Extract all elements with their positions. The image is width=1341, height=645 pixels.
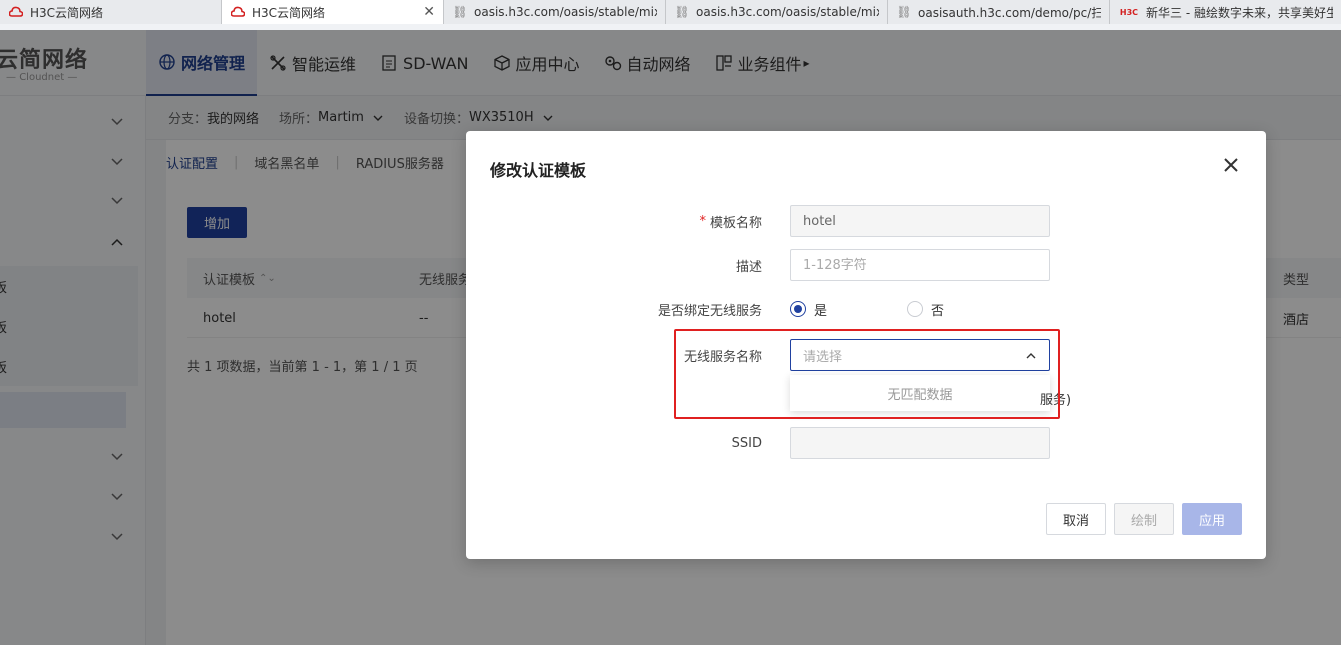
tab-label: oasis.h3c.com/oasis/stable/mix/fra (474, 5, 657, 19)
link-icon: ⛓ (452, 5, 468, 19)
ssid-label: SSID (731, 435, 762, 451)
browser-tab-4[interactable]: ⛓ oasis.h3c.com/oasis/stable/mix/fra (666, 0, 888, 24)
radio-yes[interactable]: 是 (790, 293, 827, 325)
tab-label: oasisauth.h3c.com/demo/pc/扫码 (918, 5, 1101, 20)
cloud-icon (230, 4, 246, 20)
edit-auth-template-dialog: 修改认证模板 *模板名称 描述 是否绑定无线服务 是 否 无线服务名称 请选择 … (466, 131, 1266, 559)
draw-button[interactable]: 绘制 (1114, 503, 1174, 535)
bind-service-label: 是否绑定无线服务 (657, 303, 762, 319)
browser-tab-2[interactable]: H3C云简网络 ✕ (222, 0, 444, 24)
h3c-icon: H3C (1119, 7, 1139, 17)
template-name-field[interactable] (790, 205, 1050, 237)
cancel-button[interactable]: 取消 (1046, 503, 1106, 535)
highlight-annotation-box (674, 329, 1060, 419)
ssid-field[interactable] (790, 427, 1050, 459)
browser-tab-1[interactable]: H3C云简网络 (0, 0, 222, 24)
browser-tab-5[interactable]: ⛓ oasisauth.h3c.com/demo/pc/扫码 (888, 0, 1110, 24)
tab-label: 新华三 - 融绘数字未来，共享美好生 (1146, 5, 1333, 20)
browser-tab-bar: H3C云简网络 H3C云简网络 ✕ ⛓ oasis.h3c.com/oasis/… (0, 0, 1341, 24)
radio-no[interactable]: 否 (907, 293, 944, 325)
tab-label: oasis.h3c.com/oasis/stable/mix/fra (696, 5, 879, 19)
close-icon[interactable] (1221, 155, 1241, 175)
template-name-label: * 模板名称 (699, 213, 762, 231)
bind-service-row: 是否绑定无线服务 是 否 (466, 293, 1266, 325)
tab-label: H3C云简网络 (252, 5, 326, 20)
cloud-icon (8, 4, 24, 20)
browser-tab-6[interactable]: H3C 新华三 - 融绘数字未来，共享美好生 (1110, 0, 1341, 24)
radio-unchecked-icon (907, 301, 923, 317)
apply-button[interactable]: 应用 (1182, 503, 1242, 535)
link-icon: ⛓ (896, 5, 912, 19)
description-label: 描述 (735, 259, 762, 275)
template-name-row: * 模板名称 (466, 205, 1266, 237)
dialog-title: 修改认证模板 (490, 161, 587, 180)
description-row: 描述 (466, 249, 1266, 281)
close-icon[interactable]: ✕ (423, 4, 435, 20)
link-icon: ⛓ (674, 5, 690, 19)
radio-checked-icon (790, 301, 806, 317)
browser-tab-3[interactable]: ⛓ oasis.h3c.com/oasis/stable/mix/fra (444, 0, 666, 24)
description-field[interactable] (790, 249, 1050, 281)
tab-label: H3C云简网络 (30, 5, 104, 20)
ssid-row: SSID (466, 427, 1266, 459)
